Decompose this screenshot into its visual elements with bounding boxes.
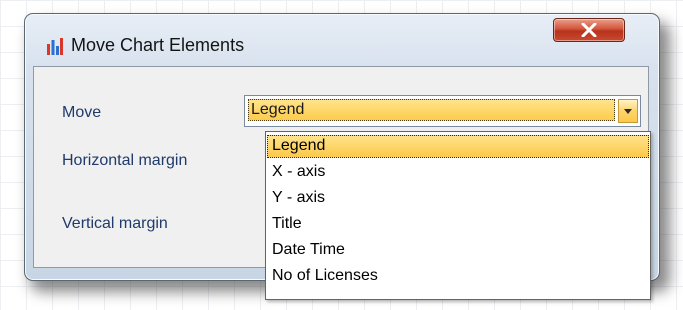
combo-selected-value[interactable]: Legend [248, 99, 615, 121]
dropdown-option-title[interactable]: Title [267, 213, 649, 236]
combo-dropdown-list: Legend X - axis Y - axis Title Date Time… [265, 131, 651, 300]
dropdown-option-legend[interactable]: Legend [267, 135, 649, 158]
close-icon [581, 23, 597, 37]
close-button[interactable] [553, 18, 625, 42]
vertical-margin-label: Vertical margin [62, 215, 168, 232]
move-combobox[interactable]: Legend [244, 95, 641, 127]
dropdown-option-date-time[interactable]: Date Time [267, 239, 649, 262]
dialog-title: Move Chart Elements [71, 35, 245, 55]
combo-dropdown-button[interactable] [618, 99, 638, 123]
bar-chart-icon [47, 38, 63, 55]
dropdown-option-y-axis[interactable]: Y - axis [267, 187, 649, 210]
dropdown-option-no-of-licenses[interactable]: No of Licenses [267, 265, 649, 288]
move-label: Move [62, 104, 102, 121]
horizontal-margin-label: Horizontal margin [62, 152, 188, 169]
dropdown-option-x-axis[interactable]: X - axis [267, 161, 649, 184]
chevron-down-icon [624, 109, 632, 114]
